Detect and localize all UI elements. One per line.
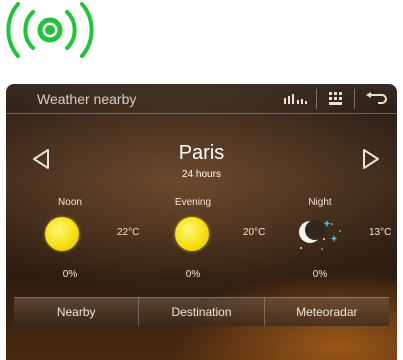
forecast-temp-night: 13°C (369, 227, 392, 238)
back-arrow-icon[interactable] (361, 88, 391, 110)
forecast-precip-evening: 0% (185, 269, 201, 280)
sun-icon (45, 217, 79, 251)
forecast-temp-noon: 22°C (117, 227, 140, 238)
tab-bar: Nearby Destination Meteoradar (14, 297, 389, 326)
sun-icon (175, 217, 209, 251)
weather-screen: Weather nearby Paris 24 hours Noon 22°C … (6, 84, 397, 360)
toolbar-divider (316, 89, 317, 109)
tab-destination[interactable]: Destination (138, 298, 263, 326)
title-bar: Weather nearby (6, 84, 397, 114)
forecast-label-night: Night (308, 197, 332, 208)
signal-bars-icon[interactable] (282, 88, 310, 110)
forecast-precip-night: 0% (312, 269, 328, 280)
forecast-precip-noon: 0% (62, 269, 78, 280)
forecast-temp-evening: 20°C (243, 227, 266, 238)
tab-nearby[interactable]: Nearby (14, 298, 138, 326)
moon-stars-icon (299, 220, 341, 250)
toolbar-divider (354, 89, 355, 109)
forecast-label-noon: Noon (58, 197, 82, 208)
keypad-icon[interactable] (324, 88, 348, 110)
forecast-period: 24 hours (182, 169, 221, 180)
broadcast-icon (6, 2, 94, 58)
tab-meteoradar[interactable]: Meteoradar (263, 298, 389, 326)
forecast-label-evening: Evening (174, 197, 212, 208)
city-name: Paris (178, 142, 225, 164)
app-title: Weather nearby (37, 91, 137, 107)
